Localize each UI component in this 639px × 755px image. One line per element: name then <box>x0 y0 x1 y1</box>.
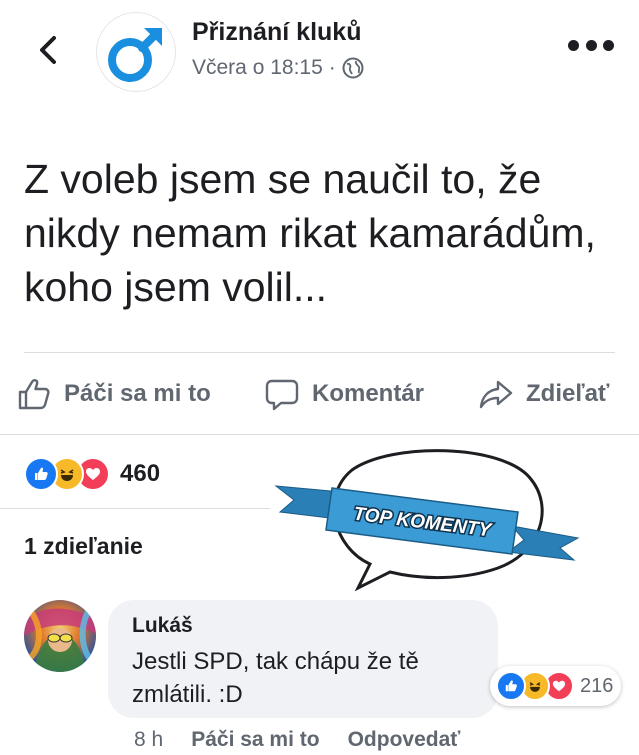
dot <box>603 40 614 51</box>
share-arrow-icon <box>479 380 513 409</box>
divider <box>0 434 639 435</box>
top-comments-badge: TOP KOMENTY <box>274 449 580 592</box>
share-button[interactable]: Zdieľať <box>478 376 609 412</box>
page-name[interactable]: Přiznání kluků <box>192 18 361 47</box>
page-avatar[interactable] <box>96 12 176 92</box>
comment-reactions[interactable]: 216 <box>490 666 622 706</box>
back-chevron-icon[interactable] <box>30 30 70 70</box>
male-symbol-icon <box>108 28 162 82</box>
divider <box>0 508 270 509</box>
comment-time[interactable]: 8 h <box>134 728 163 752</box>
comment-reply-button[interactable]: Odpovedať <box>348 728 461 752</box>
comment-reaction-count: 216 <box>580 674 614 697</box>
commenter-avatar[interactable] <box>24 600 96 672</box>
thumbs-up-icon <box>18 379 50 410</box>
more-options-button[interactable] <box>568 40 614 54</box>
post-actions-bar: Páči sa mi to Komentár Zdieľať <box>0 370 639 420</box>
post-meta: Včera o 18:15 · <box>192 56 364 80</box>
dot <box>568 40 579 51</box>
share-label: Zdieľať <box>526 380 610 407</box>
comment-button[interactable]: Komentár <box>264 376 424 412</box>
post-timestamp[interactable]: Včera o 18:15 <box>192 56 323 80</box>
divider <box>24 352 615 353</box>
speech-bubble-icon <box>265 379 299 411</box>
reaction-count: 460 <box>120 460 161 487</box>
comment-text: Jestli SPD, tak chápu že tě zmlátili. :D <box>132 648 419 708</box>
dot <box>585 40 597 51</box>
like-button[interactable]: Páči sa mi to <box>16 376 211 412</box>
post-text: Z voleb jsem se naučil to, že nikdy nema… <box>24 156 596 310</box>
comment-label: Komentár <box>312 380 425 407</box>
reactions-summary[interactable]: 460 <box>24 457 160 491</box>
avatar-image <box>24 600 96 672</box>
like-reaction-icon <box>496 671 526 701</box>
comment-author[interactable]: Lukáš <box>132 614 193 638</box>
meta-separator: · <box>328 56 336 79</box>
globe-icon <box>342 57 364 79</box>
like-label: Páči sa mi to <box>64 380 211 407</box>
like-reaction-icon <box>24 457 58 491</box>
shares-count[interactable]: 1 zdieľanie <box>24 533 143 560</box>
comment-footer: 8 h Páči sa mi to Odpovedať <box>134 728 460 752</box>
comment-like-button[interactable]: Páči sa mi to <box>191 728 319 752</box>
